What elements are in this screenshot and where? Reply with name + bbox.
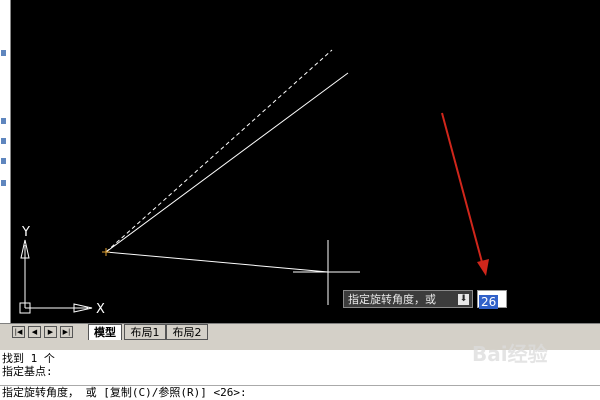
rubber-band-line xyxy=(105,251,329,273)
command-history-line: 找到 1 个 xyxy=(2,352,55,365)
left-panel-strip xyxy=(0,0,11,323)
command-history-line: 指定基点: xyxy=(2,365,53,378)
rotation-prompt-label: 指定旋转角度，或 xyxy=(348,293,436,306)
red-arrow-annotation xyxy=(441,112,489,276)
download-arrow-icon[interactable]: ⬇ xyxy=(458,294,469,305)
rotation-angle-value[interactable]: 26 xyxy=(479,295,499,309)
first-tab-button[interactable]: |◀ xyxy=(12,326,25,338)
drawing-svg: Y X xyxy=(19,49,489,317)
panel-marker xyxy=(1,158,6,164)
dynamic-input-tooltip: 指定旋转角度，或 ⬇ xyxy=(343,290,473,308)
ucs-x-label: X xyxy=(96,302,105,317)
ucs-icon xyxy=(19,239,93,314)
tab-layout1[interactable]: 布局1 xyxy=(124,324,166,340)
ucs-y-label: Y xyxy=(21,225,30,240)
panel-marker xyxy=(1,180,6,186)
previous-tab-button[interactable]: ◀ xyxy=(28,326,41,338)
command-prompt-line[interactable]: 指定旋转角度， 或 [复制(C)/参照(R)] <26>: xyxy=(2,386,247,399)
rotated-preview-line xyxy=(105,72,349,253)
tab-layout2[interactable]: 布局2 xyxy=(166,324,208,340)
next-tab-button[interactable]: ▶ xyxy=(44,326,57,338)
last-tab-button[interactable]: ▶| xyxy=(60,326,73,338)
panel-marker xyxy=(1,138,6,144)
panel-marker xyxy=(1,50,6,56)
tab-model[interactable]: 模型 xyxy=(88,324,122,340)
rotation-angle-input[interactable]: 26 xyxy=(477,290,507,309)
dashed-reference-line xyxy=(105,49,333,253)
panel-marker xyxy=(1,118,6,124)
drawing-canvas[interactable]: Y X xyxy=(11,0,600,323)
baidu-watermark: Bai经验 xyxy=(472,342,548,366)
